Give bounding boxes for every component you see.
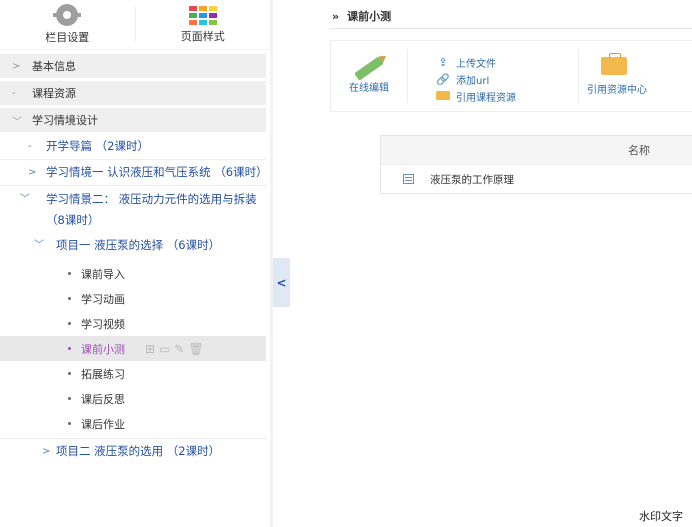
leaf-reflection[interactable]: 课后反思 <box>0 386 270 411</box>
column-settings-label: 栏目设置 <box>45 31 90 44</box>
sidebar-item-project-2[interactable]: > 项目二 液压泵的选用 （2课时） <box>0 441 270 462</box>
leaf-label: 学习视频 <box>81 317 125 331</box>
leaf-animation[interactable]: 学习动画 <box>0 286 270 311</box>
section-label: 学习情境设计 <box>32 114 98 127</box>
upload-file-label: 上传文件 <box>456 58 496 70</box>
page-style-label: 页面样式 <box>180 29 225 43</box>
monitor-icon[interactable]: ▭ <box>159 342 170 356</box>
bullet-icon <box>68 422 71 425</box>
leaf-label: 课前导入 <box>81 267 125 281</box>
bullet-icon <box>68 322 71 325</box>
leaf-label: 课后反思 <box>81 392 125 406</box>
row-name: 液压泵的工作原理 <box>430 173 514 186</box>
edit-icon[interactable]: ✎ <box>174 342 184 356</box>
section-label: 课程资源 <box>32 87 76 100</box>
leaf-video[interactable]: 学习视频 <box>0 311 270 336</box>
bullet-icon <box>68 297 71 300</box>
app: 栏目设置 页面样式 > 基本信息 - 课程资源 ﹀ 学习情境设计 - 开学导篇 … <box>0 0 692 527</box>
sidebar-item-situation-1[interactable]: > 学习情境一 认识液压和气压系统 （6课时） <box>0 162 270 183</box>
ref-course-resource-link[interactable]: 引用课程资源 <box>436 89 578 104</box>
watermark-text: 水印文字 <box>639 510 683 523</box>
ref-resource-center-label: 引用资源中心 <box>587 84 647 96</box>
leaf-pre-class-intro[interactable]: 课前导入 <box>0 261 270 286</box>
collapse-sidebar-button[interactable]: < <box>273 258 290 307</box>
add-url-link[interactable]: 🔗 添加url <box>436 72 578 87</box>
divider <box>0 185 266 186</box>
edit-online-label: 在线编辑 <box>349 83 389 94</box>
leaf-label: 课后作业 <box>81 417 125 431</box>
bullet-icon <box>68 397 71 400</box>
chevron-down-icon: ﹀ <box>34 240 44 251</box>
page-style-button[interactable]: 页面样式 <box>136 0 271 49</box>
resource-actions: ⇪ 上传文件 🔗 添加url 引用课程资源 <box>408 41 578 111</box>
divider <box>0 159 266 160</box>
sidebar-item-project-1[interactable]: ﹀ 项目一 液压泵的选择 （6课时） <box>0 235 270 256</box>
ref-resource-center-button[interactable]: 引用资源中心 <box>579 41 692 111</box>
breadcrumb: » 课前小测 <box>332 8 391 24</box>
chevron-down-icon: ﹀ <box>12 116 22 128</box>
chevron-left-icon: < <box>276 275 287 290</box>
item-label: 开学导篇 （2课时） <box>46 139 149 153</box>
column-settings-button[interactable]: 栏目设置 <box>0 0 135 49</box>
upload-icon: ⇪ <box>438 55 448 69</box>
gear-icon <box>53 4 82 26</box>
sidebar-item-situation-2[interactable]: ﹀ 学习情景二： 液压动力元件的选用与拆装 （8课时） <box>0 189 270 231</box>
leaf-pre-class-quiz[interactable]: 课前小测 ⊞ ▭ ✎ 🗑 <box>0 336 266 361</box>
section-basic-info[interactable]: > 基本信息 <box>0 54 266 78</box>
dash-icon: - <box>28 141 32 152</box>
leaf-tools: ⊞ ▭ ✎ 🗑 <box>145 342 204 356</box>
briefcase-icon <box>601 52 627 75</box>
leaf-label: 拓展练习 <box>81 367 125 381</box>
leaf-label: 学习动画 <box>81 292 125 306</box>
chevron-down-icon: ﹀ <box>20 194 30 205</box>
chevron-right-icon: > <box>42 446 51 457</box>
palette-grid-icon <box>188 5 217 25</box>
resource-table: 名称 液压泵的工作原理 <box>380 135 692 194</box>
item-label: 学习情景二： 液压动力元件的选用与拆装 （8课时） <box>46 192 257 227</box>
table-header: 名称 <box>381 136 692 164</box>
edit-online-button[interactable]: 在线编辑 <box>331 41 407 111</box>
chevron-right-icon: > <box>28 167 37 178</box>
sidebar-header: 栏目设置 页面样式 <box>0 0 270 50</box>
item-label: 学习情境一 认识液压和气压系统 （6课时） <box>46 165 268 179</box>
leaf-label: 课前小测 <box>81 342 125 356</box>
table-row[interactable]: 液压泵的工作原理 <box>381 164 692 193</box>
leaf-homework[interactable]: 课后作业 <box>0 411 270 436</box>
sidebar-item-opening[interactable]: - 开学导篇 （2课时） <box>0 136 270 157</box>
breadcrumb-divider <box>330 28 692 29</box>
item-label: 项目二 液压泵的选用 （2课时） <box>56 444 221 458</box>
divider <box>0 438 266 439</box>
trash-icon[interactable]: 🗑 <box>188 342 203 356</box>
bullet-icon <box>68 347 71 350</box>
section-course-resources[interactable]: - 课程资源 <box>0 81 266 105</box>
double-chevron-icon: » <box>332 10 340 23</box>
bullet-icon <box>68 272 71 275</box>
add-url-label: 添加url <box>456 75 490 87</box>
leaf-extension[interactable]: 拓展练习 <box>0 361 270 386</box>
dash-icon: - <box>12 87 16 99</box>
document-icon <box>403 174 414 184</box>
link-icon: 🔗 <box>436 72 450 86</box>
leaf-list: 课前导入 学习动画 学习视频 课前小测 ⊞ ▭ ✎ 🗑 拓展练习 课后反思 课后… <box>0 261 270 436</box>
page-title: 课前小测 <box>347 10 392 23</box>
upload-file-link[interactable]: ⇪ 上传文件 <box>438 55 578 70</box>
toolbar: 在线编辑 ⇪ 上传文件 🔗 添加url 引用课程资源 引用资源中心 <box>330 40 692 112</box>
section-label: 基本信息 <box>32 60 76 73</box>
folder-icon <box>434 90 452 103</box>
pencil-icon <box>354 56 384 81</box>
chevron-right-icon: > <box>12 60 21 72</box>
section-learning-design[interactable]: ﹀ 学习情境设计 <box>0 108 266 132</box>
ref-course-resource-label: 引用课程资源 <box>456 92 516 104</box>
column-header-name: 名称 <box>628 144 650 157</box>
bullet-icon <box>68 372 71 375</box>
sidebar: 栏目设置 页面样式 > 基本信息 - 课程资源 ﹀ 学习情境设计 - 开学导篇 … <box>0 0 270 527</box>
table-icon[interactable]: ⊞ <box>145 342 155 356</box>
main-panel: » 课前小测 在线编辑 ⇪ 上传文件 🔗 添加url 引用课程资源 引用资源中心… <box>290 0 692 527</box>
item-label: 项目一 液压泵的选择 （6课时） <box>56 238 221 252</box>
